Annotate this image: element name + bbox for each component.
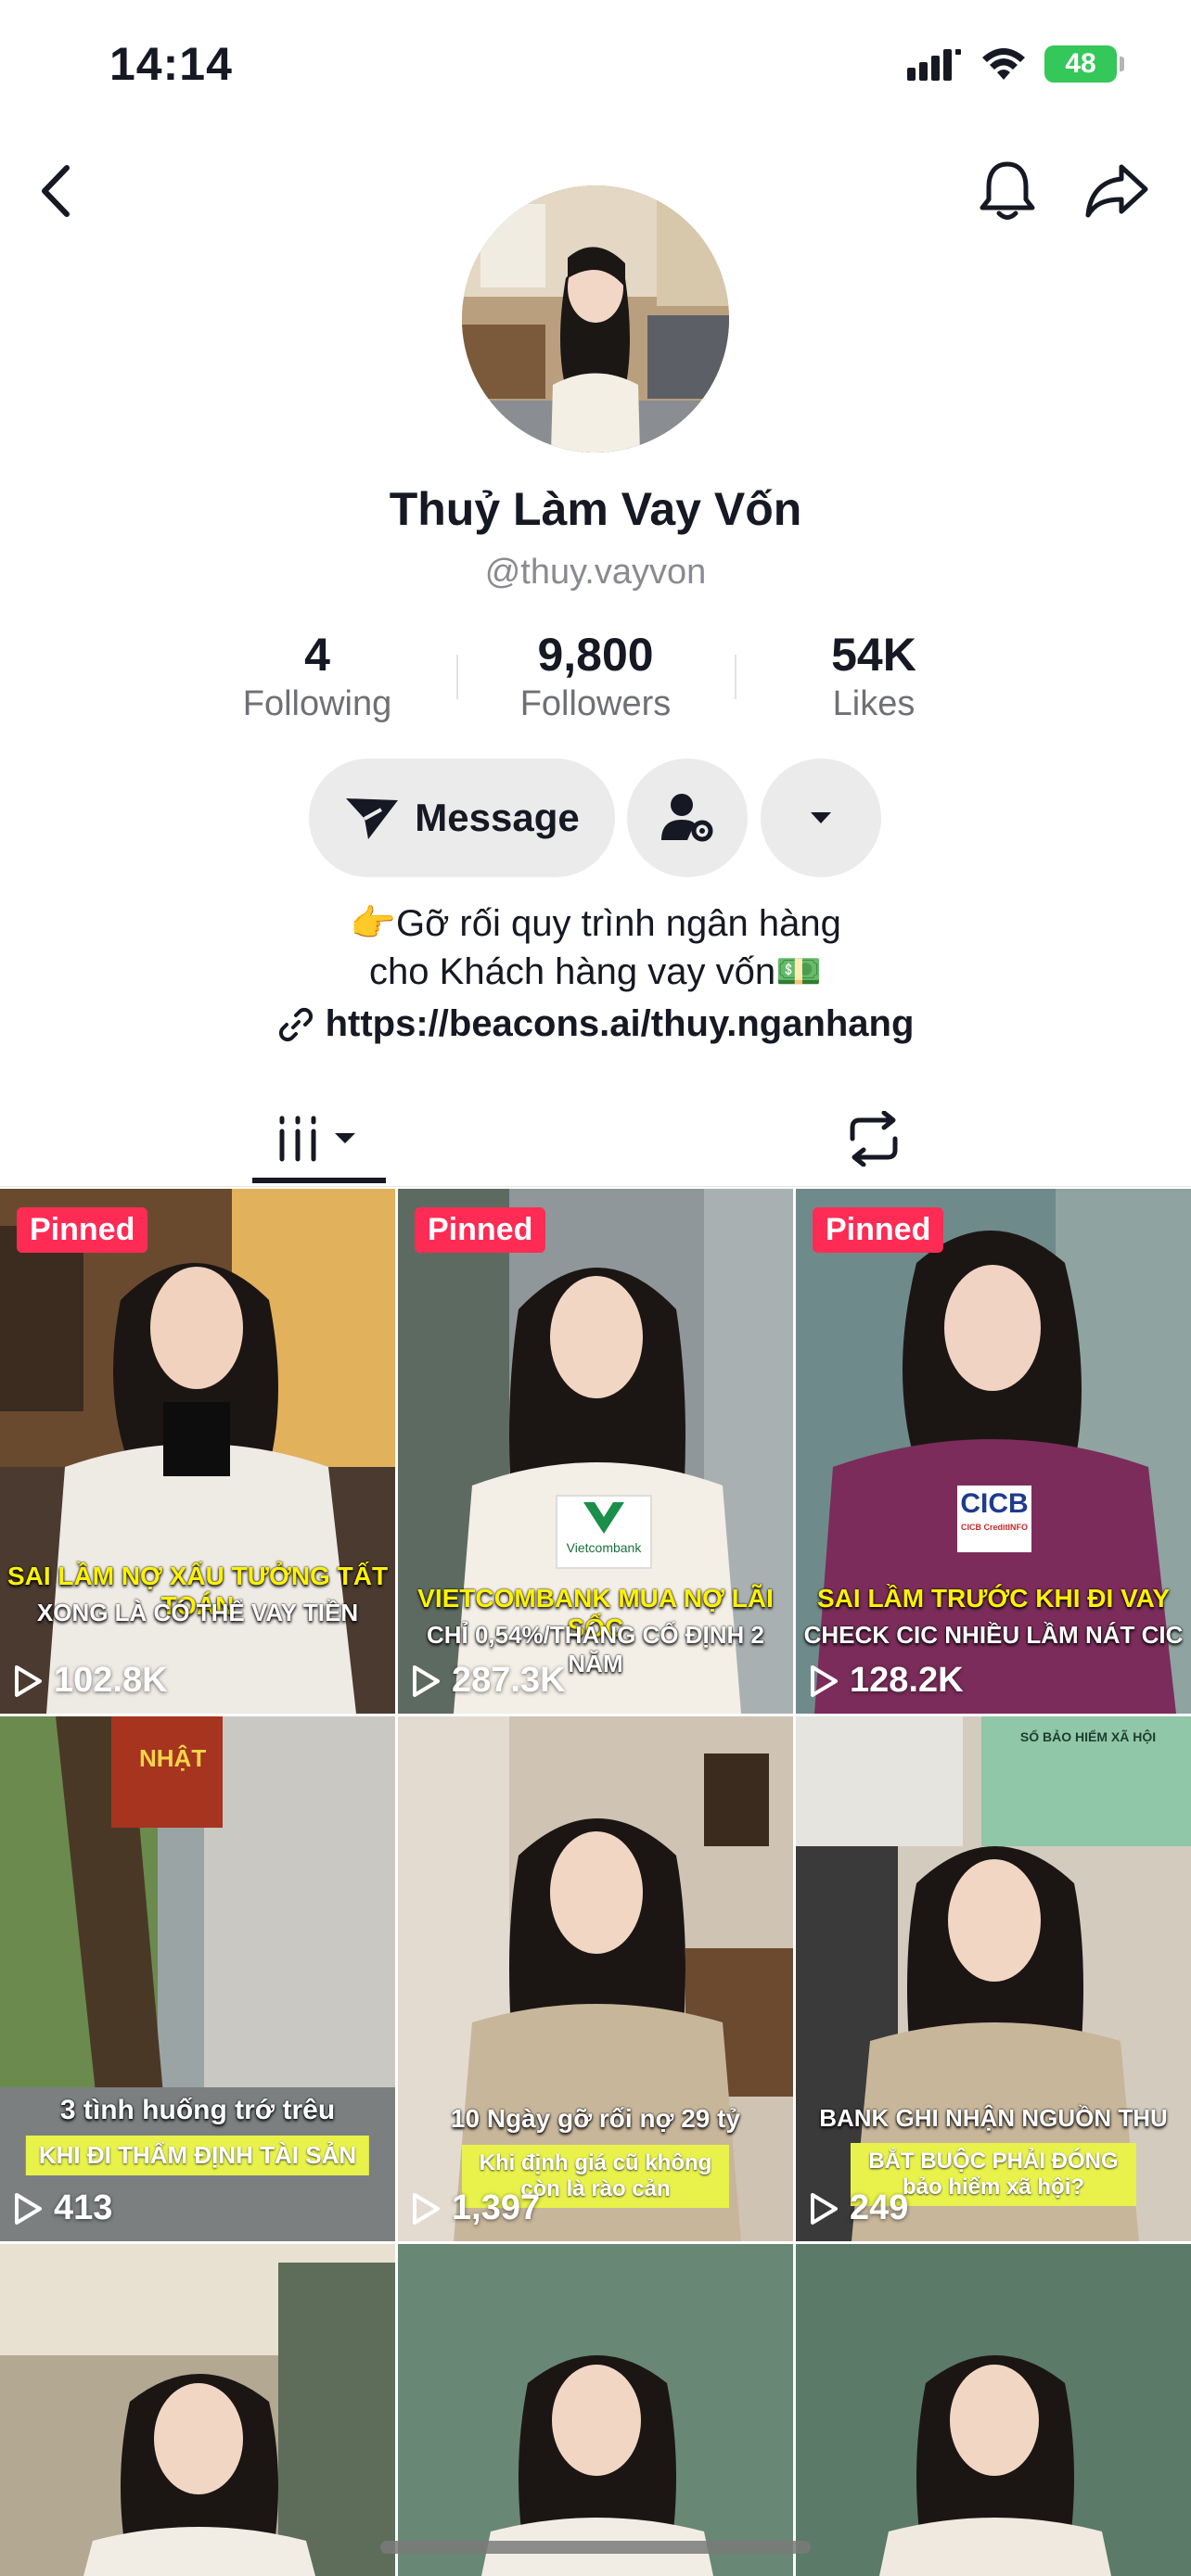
- link-icon: [278, 1007, 313, 1041]
- view-count: 1,397: [411, 2188, 540, 2228]
- view-count-value: 1,397: [452, 2188, 541, 2227]
- stat-divider: [456, 655, 458, 699]
- tab-videos[interactable]: [252, 1094, 386, 1183]
- video-caption: CHECK CIC NHIỀU LẦM NÁT CIC: [803, 1621, 1184, 1649]
- tab-divider: [0, 1186, 1191, 1187]
- view-count-value: 413: [54, 2188, 113, 2227]
- video-caption: 10 Ngày gỡ rối nợ 29 tỷ: [450, 2104, 741, 2133]
- status-icons: 48: [907, 41, 1124, 87]
- view-count-value: 249: [850, 2188, 909, 2227]
- stat-followers[interactable]: 9,800 Followers: [475, 627, 716, 725]
- battery-icon: 48: [1044, 45, 1124, 83]
- stat-followers-label: Followers: [519, 684, 672, 723]
- video-caption: BANK GHI NHẬN NGUỒN THU: [819, 2104, 1168, 2132]
- video-thumbnail[interactable]: 10 Ngày gỡ rối nợ 29 tỷ Khi định giá cũ …: [398, 1716, 793, 2241]
- profile-handle: @thuy.vayvon: [484, 553, 707, 592]
- repost-icon: [850, 1111, 898, 1167]
- document-text: SỔ BẢO HIỂM XÃ HỘI: [1019, 1729, 1157, 1744]
- message-button-label: Message: [415, 796, 580, 839]
- chevron-left-icon: [42, 165, 70, 217]
- view-count: 128.2K: [809, 1661, 964, 1701]
- tab-reposts[interactable]: [807, 1094, 941, 1183]
- view-count-value: 287.3K: [452, 1661, 566, 1700]
- view-count: 249: [809, 2188, 908, 2228]
- share-arrow-icon: [1085, 164, 1148, 218]
- profile-name: Thuỷ Làm Vay Vốn: [389, 483, 802, 535]
- caret-down-icon: [811, 812, 831, 823]
- video-caption: XONG LÀ CÓ THỂ VAY TIỀN: [36, 1599, 359, 1626]
- video-caption: 3 tình huống trớ trêu: [59, 2095, 336, 2125]
- pinned-badge: Pinned: [813, 1207, 944, 1253]
- bio-line-1: 👉Gỡ rối quy trình ngân hàng: [350, 903, 841, 944]
- video-thumbnail[interactable]: SỔ BẢO HIỂM XÃ HỘI BANK GHI NHẬN NGUỒN T…: [796, 1716, 1191, 2241]
- signal-icon: [907, 49, 961, 81]
- status-time: 14:14: [109, 38, 233, 90]
- wifi-icon: [982, 48, 1025, 80]
- home-indicator[interactable]: [380, 2541, 811, 2554]
- stat-likes-label: Likes: [832, 684, 916, 723]
- video-thumbnail[interactable]: NHẬT 3 tình huống trớ trêu KHI ĐI THẨM Đ…: [0, 1716, 395, 2241]
- stat-following-label: Following: [242, 684, 392, 723]
- play-icon: [413, 1664, 440, 1697]
- message-button[interactable]: Message: [309, 759, 615, 877]
- avatar[interactable]: [462, 185, 729, 453]
- play-icon: [811, 2192, 838, 2225]
- stat-followers-value: 9,800: [537, 629, 654, 681]
- video-thumbnail[interactable]: [796, 2244, 1191, 2576]
- send-icon: [346, 798, 399, 839]
- view-count-value: 102.8K: [54, 1661, 168, 1700]
- profile-link[interactable]: https://beacons.ai/thuy.nganhang: [0, 1003, 1191, 1045]
- video-caption: SAI LẦM TRƯỚC KHI ĐI VAY: [816, 1584, 1171, 1613]
- share-button[interactable]: [1080, 154, 1154, 228]
- grid-icon: [279, 1116, 355, 1162]
- video-thumbnail[interactable]: CICB CICB CreditINFO Pinned SAI LẦM TRƯỚ…: [796, 1189, 1191, 1714]
- view-count: 287.3K: [411, 1661, 566, 1701]
- pinned-badge: Pinned: [17, 1207, 148, 1253]
- view-count-value: 128.2K: [850, 1661, 964, 1700]
- profile-bio: 👉Gỡ rối quy trình ngân hàng cho Khách hà…: [0, 899, 1191, 996]
- cicb-logo: CICB CICB CreditINFO: [957, 1486, 1031, 1552]
- profile-link-text: https://beacons.ai/thuy.nganhang: [325, 1003, 915, 1044]
- vietcombank-logo: Vietcombank: [556, 1495, 652, 1569]
- view-count: 413: [13, 2188, 112, 2228]
- pinned-badge: Pinned: [415, 1207, 546, 1253]
- stat-likes-value: 54K: [831, 629, 916, 681]
- bio-line-2: cho Khách hàng vay vốn💵: [369, 951, 822, 992]
- back-button[interactable]: [19, 154, 93, 228]
- play-icon: [811, 1664, 838, 1697]
- tab-indicator: [252, 1178, 386, 1183]
- more-dropdown-button[interactable]: [761, 759, 881, 877]
- video-thumbnail[interactable]: [398, 2244, 793, 2576]
- stat-following[interactable]: 4 Following: [197, 627, 438, 725]
- logo-text: Vietcombank: [566, 1540, 642, 1555]
- stat-following-value: 4: [304, 629, 330, 681]
- stat-likes[interactable]: 54K Likes: [753, 627, 994, 725]
- play-icon: [15, 1664, 42, 1697]
- logo-text: CICB CreditINFO: [961, 1523, 1028, 1532]
- view-count: 102.8K: [13, 1661, 168, 1701]
- bell-icon: [980, 161, 1035, 220]
- user-settings-icon: [661, 794, 713, 842]
- video-thumbnail[interactable]: Pinned SAI LẦM NỢ XẤU TƯỞNG TẤT TOÁN XON…: [0, 1189, 395, 1714]
- play-icon: [413, 2192, 440, 2225]
- video-thumbnail[interactable]: Vietcombank Pinned VIETCOMBANK MUA NỢ LÃ…: [398, 1189, 793, 1714]
- video-thumbnail[interactable]: [0, 2244, 395, 2576]
- play-icon: [15, 2192, 42, 2225]
- notification-button[interactable]: [970, 154, 1044, 228]
- video-caption-box: KHI ĐI THẨM ĐỊNH TÀI SẢN: [25, 2136, 370, 2175]
- follow-settings-button[interactable]: [627, 759, 748, 877]
- sign-text: NHẬT: [139, 1744, 207, 1772]
- stat-divider: [735, 655, 736, 699]
